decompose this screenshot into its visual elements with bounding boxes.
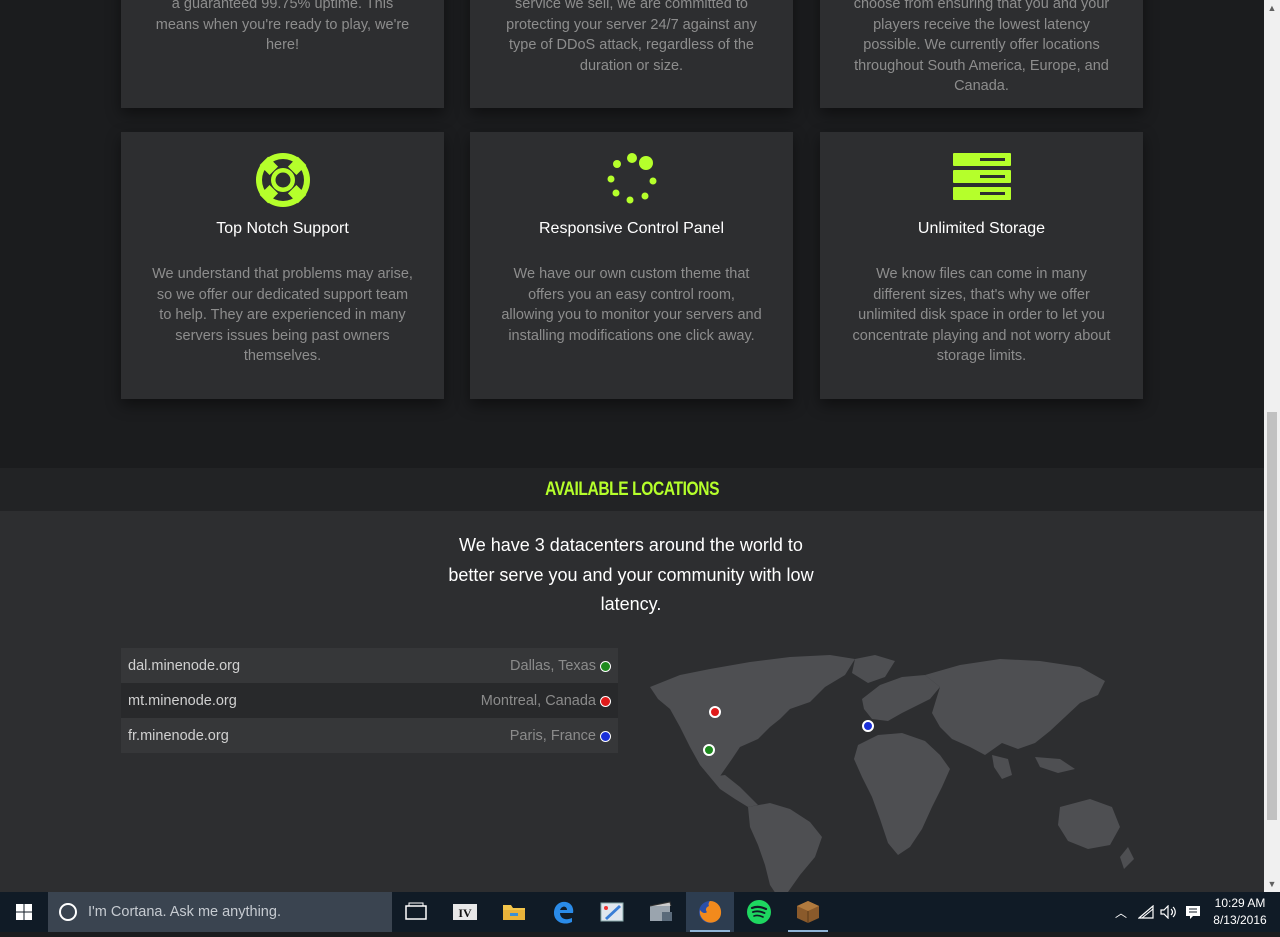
scrollbar-thumb[interactable] (1267, 412, 1277, 820)
gta-iv-icon: IV (453, 904, 477, 920)
feature-title: Responsive Control Panel (539, 220, 724, 237)
speaker-icon (1160, 905, 1176, 919)
volume-button[interactable] (1158, 892, 1180, 932)
svg-text:IV: IV (458, 906, 472, 920)
locations-heading: AVAILABLE LOCATIONS (545, 479, 719, 500)
locations-table: dal.minenode.org Dallas, Texas mt.mineno… (121, 648, 618, 753)
taskbar-app-gta[interactable]: IV (441, 892, 489, 932)
taskbar-app-movie-maker[interactable] (637, 892, 685, 932)
feature-desc: choose from ensuring that you and your p… (853, 0, 1110, 94)
world-map (650, 655, 1134, 892)
feature-title: Top Notch Support (216, 220, 349, 237)
taskbar-app-explorer[interactable] (490, 892, 538, 932)
spotify-icon (747, 900, 771, 924)
location-city: Montreal, Canada (480, 692, 596, 709)
action-center-button[interactable] (1182, 892, 1204, 932)
system-clock[interactable]: 10:29 AM 8/13/2016 (1208, 895, 1272, 929)
location-city: Paris, France (509, 727, 596, 744)
feature-card-control-panel: Responsive Control Panel We have our own… (470, 132, 793, 399)
clock-date: 8/13/2016 (1213, 913, 1267, 927)
wifi-icon (1138, 905, 1154, 919)
file-explorer-icon (503, 905, 525, 920)
feature-desc: We have our own custom theme that offers… (501, 266, 762, 344)
locations-intro: We have 3 datacenters around the world t… (448, 535, 814, 614)
windows-logo-icon (16, 904, 32, 920)
taskbar-app-minecraft[interactable] (784, 892, 832, 932)
scroll-down-arrow-icon[interactable]: ▼ (1264, 876, 1280, 892)
feature-card-ddos: service we sell, we are committed to pro… (470, 0, 793, 108)
feature-desc: We know files can come in many different… (852, 266, 1111, 364)
table-row: mt.minenode.org Montreal, Canada (121, 683, 618, 718)
location-hostname: fr.minenode.org (128, 727, 229, 744)
edge-icon (554, 901, 574, 924)
firefox-icon (699, 901, 722, 923)
feature-card-uptime: a guaranteed 99.75% uptime. This means w… (121, 0, 444, 108)
network-button[interactable] (1134, 892, 1158, 932)
map-marker-montreal (709, 706, 721, 718)
show-hidden-icons-button[interactable]: ︿ (1110, 892, 1132, 932)
table-row: fr.minenode.org Paris, France (121, 718, 618, 753)
location-hostname: mt.minenode.org (128, 692, 237, 709)
location-place: Paris, France (510, 728, 611, 744)
task-view-button[interactable] (392, 892, 440, 932)
locations-header-bar: AVAILABLE LOCATIONS (0, 468, 1264, 511)
cortana-search-box[interactable]: I'm Cortana. Ask me anything. (48, 892, 392, 932)
feature-desc: service we sell, we are committed to pro… (506, 0, 757, 74)
search-placeholder: I'm Cortana. Ask me anything. (88, 904, 281, 920)
feature-desc: a guaranteed 99.75% uptime. This means w… (155, 0, 410, 53)
scroll-up-arrow-icon[interactable]: ▲ (1264, 0, 1280, 16)
map-marker-dallas (703, 744, 715, 756)
server-stack-icon (952, 153, 1011, 200)
browser-viewport: a guaranteed 99.75% uptime. This means w… (0, 0, 1264, 892)
windows-taskbar: I'm Cortana. Ask me anything. IV ︿ 10:29… (0, 892, 1280, 932)
locations-section: We have 3 datacenters around the world t… (0, 511, 1264, 892)
status-dot-icon (600, 696, 611, 707)
movie-maker-icon (649, 901, 672, 921)
cortana-icon (59, 903, 77, 921)
start-button[interactable] (0, 892, 48, 932)
feature-desc: We understand that problems may arise, s… (152, 266, 413, 364)
feature-title: Unlimited Storage (917, 220, 1046, 237)
notification-icon (1186, 906, 1200, 919)
table-row: dal.minenode.org Dallas, Texas (121, 648, 618, 683)
feature-card-storage: Unlimited Storage We know files can come… (820, 132, 1143, 399)
location-place: Dallas, Texas (510, 658, 611, 674)
status-dot-icon (600, 731, 611, 742)
minecraft-icon (797, 901, 819, 923)
location-place: Montreal, Canada (481, 693, 611, 709)
clock-time: 10:29 AM (1214, 896, 1266, 910)
map-marker-paris (862, 720, 874, 732)
taskbar-app-paint[interactable] (588, 892, 636, 932)
taskbar-app-edge[interactable] (539, 892, 587, 932)
status-dot-icon (600, 661, 611, 672)
taskbar-app-spotify[interactable] (735, 892, 783, 932)
chevron-up-icon: ︿ (1114, 905, 1127, 920)
page-scrollbar[interactable]: ▲ ▼ (1264, 0, 1280, 892)
feature-card-locations: choose from ensuring that you and your p… (820, 0, 1143, 108)
taskbar-app-firefox[interactable] (686, 892, 734, 932)
location-city: Dallas, Texas (510, 657, 596, 674)
feature-card-support: Top Notch Support We understand that pro… (121, 132, 444, 399)
paint-icon (600, 902, 624, 922)
lifebuoy-icon (255, 153, 310, 207)
loading-spinner-icon (607, 153, 656, 204)
task-view-icon (405, 902, 427, 920)
location-hostname: dal.minenode.org (128, 657, 241, 674)
